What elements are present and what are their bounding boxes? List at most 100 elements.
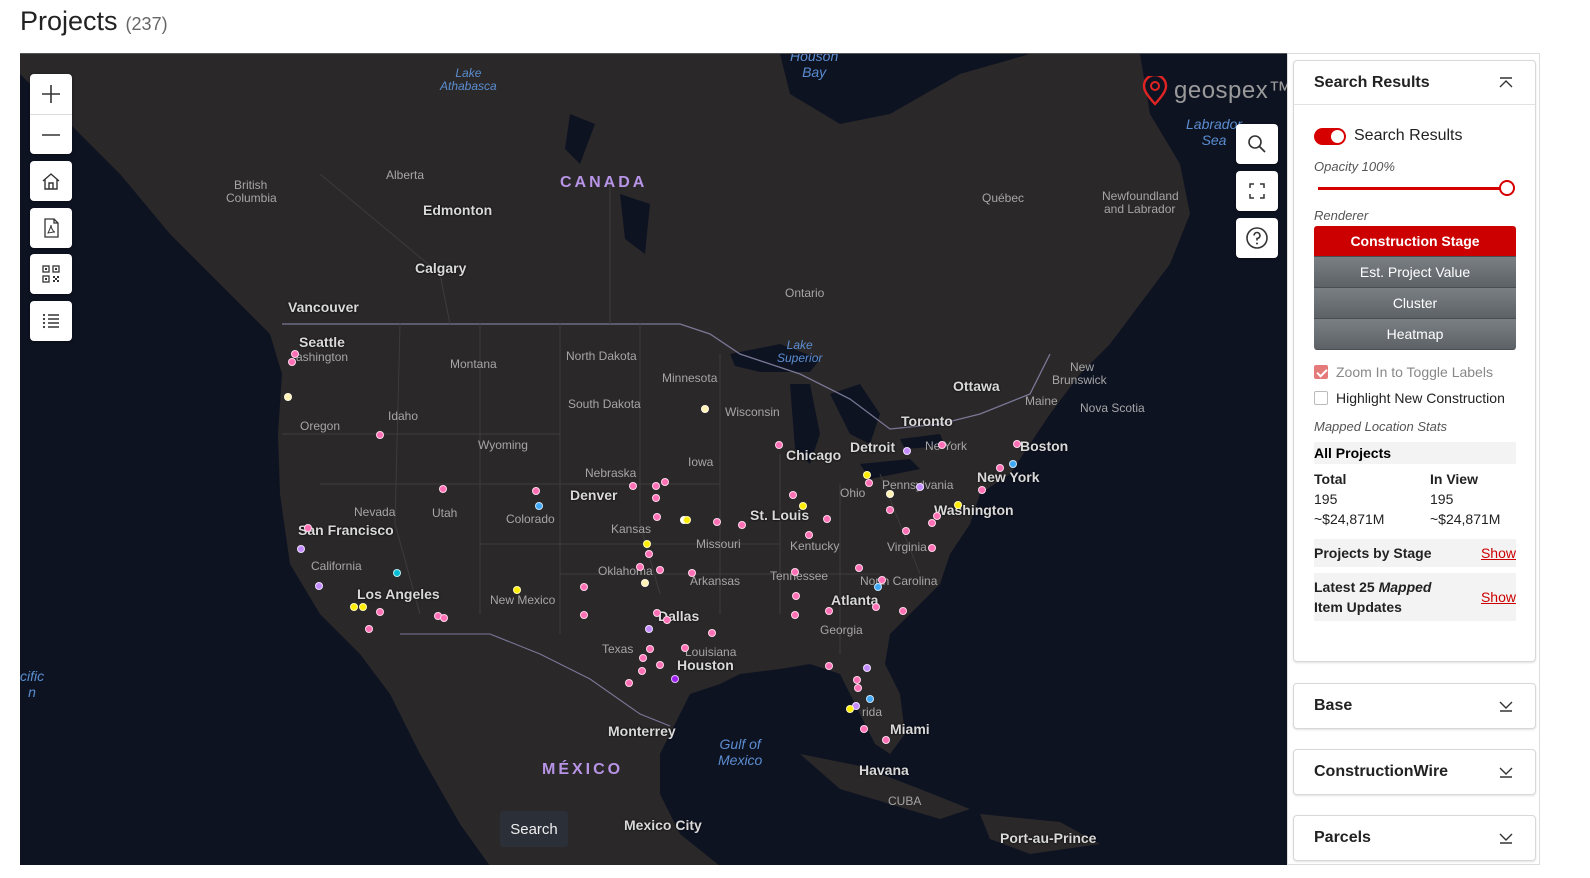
project-marker[interactable] (805, 531, 813, 539)
project-marker[interactable] (652, 482, 660, 490)
project-marker[interactable] (350, 603, 358, 611)
project-marker[interactable] (978, 486, 986, 494)
qr-code-button[interactable] (30, 254, 72, 294)
zoom-labels-checkbox[interactable] (1314, 365, 1328, 379)
project-marker[interactable] (288, 358, 296, 366)
project-marker[interactable] (513, 586, 521, 594)
project-marker[interactable] (713, 518, 721, 526)
search-results-toggle[interactable] (1314, 127, 1346, 145)
zoom-out-button[interactable] (30, 114, 72, 154)
project-marker[interactable] (874, 583, 882, 591)
latest-updates-show-link[interactable]: Show (1481, 587, 1516, 607)
base-card[interactable]: Base (1293, 683, 1536, 729)
fullscreen-button[interactable] (1236, 171, 1278, 211)
project-marker[interactable] (878, 576, 886, 584)
project-marker[interactable] (902, 527, 910, 535)
project-marker[interactable] (846, 705, 854, 713)
project-marker[interactable] (291, 350, 299, 358)
project-marker[interactable] (376, 431, 384, 439)
project-marker[interactable] (996, 464, 1004, 472)
project-marker[interactable] (625, 679, 633, 687)
opacity-slider-thumb[interactable] (1499, 180, 1515, 196)
project-marker[interactable] (304, 524, 312, 532)
help-button[interactable] (1236, 218, 1278, 258)
project-marker[interactable] (643, 540, 651, 548)
project-marker[interactable] (683, 516, 691, 524)
project-marker[interactable] (954, 501, 962, 509)
project-marker[interactable] (376, 608, 384, 616)
project-marker[interactable] (791, 611, 799, 619)
renderer-heatmap[interactable]: Heatmap (1314, 319, 1516, 350)
project-marker[interactable] (775, 441, 783, 449)
project-marker[interactable] (315, 582, 323, 590)
project-marker[interactable] (855, 564, 863, 572)
project-marker[interactable] (708, 629, 716, 637)
project-marker[interactable] (645, 625, 653, 633)
project-marker[interactable] (580, 583, 588, 591)
project-marker[interactable] (439, 485, 447, 493)
project-marker[interactable] (928, 544, 936, 552)
project-marker[interactable] (701, 405, 709, 413)
parcels-card[interactable]: Parcels (1293, 815, 1536, 861)
project-marker[interactable] (365, 625, 373, 633)
project-marker[interactable] (916, 483, 924, 491)
highlight-new-checkbox[interactable] (1314, 391, 1328, 405)
export-pdf-button[interactable] (30, 208, 72, 248)
project-marker[interactable] (580, 611, 588, 619)
project-marker[interactable] (854, 684, 862, 692)
project-marker[interactable] (629, 482, 637, 490)
project-marker[interactable] (681, 644, 689, 652)
project-marker[interactable] (652, 494, 660, 502)
renderer-construction-stage[interactable]: Construction Stage (1314, 226, 1516, 257)
project-marker[interactable] (645, 550, 653, 558)
renderer-est-project-value[interactable]: Est. Project Value (1314, 257, 1516, 288)
project-marker[interactable] (661, 478, 669, 486)
project-marker[interactable] (823, 515, 831, 523)
project-marker[interactable] (899, 607, 907, 615)
project-marker[interactable] (799, 502, 807, 510)
project-marker[interactable] (359, 603, 367, 611)
project-marker[interactable] (872, 603, 880, 611)
project-marker[interactable] (656, 661, 664, 669)
project-marker[interactable] (638, 667, 646, 675)
project-marker[interactable] (440, 614, 448, 622)
constructionwire-card[interactable]: ConstructionWire (1293, 749, 1536, 795)
project-marker[interactable] (886, 490, 894, 498)
project-marker[interactable] (688, 569, 696, 577)
project-marker[interactable] (646, 645, 654, 653)
project-marker[interactable] (284, 393, 292, 401)
zoom-in-button[interactable] (30, 74, 72, 114)
project-marker[interactable] (653, 609, 661, 617)
project-marker[interactable] (853, 676, 861, 684)
project-marker[interactable] (789, 491, 797, 499)
search-results-header[interactable]: Search Results (1294, 61, 1535, 105)
legend-list-button[interactable] (30, 301, 72, 341)
projects-by-stage-show-link[interactable]: Show (1481, 543, 1516, 563)
project-marker[interactable] (938, 441, 946, 449)
project-marker[interactable] (791, 568, 799, 576)
project-marker[interactable] (863, 664, 871, 672)
project-marker[interactable] (903, 447, 911, 455)
project-marker[interactable] (656, 566, 664, 574)
project-marker[interactable] (1013, 440, 1021, 448)
map-view[interactable]: CANADA MÉXICO British Columbia Alberta Québec… (20, 53, 1287, 865)
renderer-cluster[interactable]: Cluster (1314, 288, 1516, 319)
project-marker[interactable] (865, 479, 873, 487)
search-area-button[interactable]: Search (500, 811, 568, 847)
project-marker[interactable] (535, 502, 543, 510)
project-marker[interactable] (1009, 460, 1017, 468)
project-marker[interactable] (792, 592, 800, 600)
project-marker[interactable] (928, 519, 936, 527)
project-marker[interactable] (639, 654, 647, 662)
project-marker[interactable] (663, 616, 671, 624)
project-marker[interactable] (641, 579, 649, 587)
project-marker[interactable] (532, 487, 540, 495)
project-marker[interactable] (297, 545, 305, 553)
project-marker[interactable] (886, 506, 894, 514)
project-marker[interactable] (636, 563, 644, 571)
map-search-button[interactable] (1236, 124, 1278, 164)
project-marker[interactable] (825, 607, 833, 615)
project-marker[interactable] (393, 569, 401, 577)
project-marker[interactable] (860, 725, 868, 733)
project-marker[interactable] (738, 521, 746, 529)
